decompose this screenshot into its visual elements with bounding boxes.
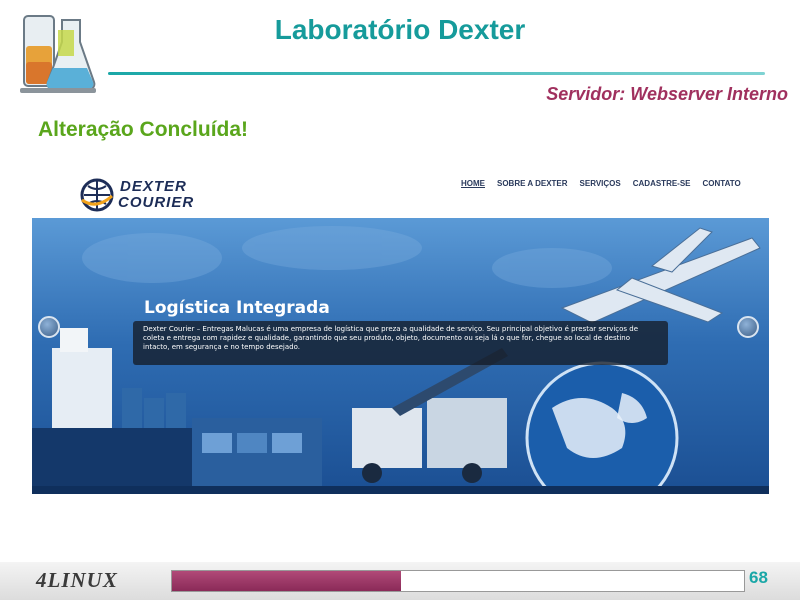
hero-description-box: Dexter Courier – Entregas Malucas é uma … (133, 321, 668, 365)
site-nav: HOME SOBRE A DEXTER SERVIÇOS CADASTRE-SE… (461, 179, 741, 188)
site-header: DEXTER COURIER HOME SOBRE A DEXTER SERVI… (32, 168, 769, 218)
server-label: Servidor: Webserver Interno (546, 84, 788, 104)
hero-banner: Logística Integrada Dexter Courier – Ent… (32, 218, 769, 494)
globe-logo-icon (80, 178, 114, 212)
site-logo-line2: COURIER (118, 194, 195, 211)
page-number: 68 (749, 568, 768, 587)
nav-contato[interactable]: CONTATO (703, 179, 741, 188)
slide-progress-fill (172, 571, 401, 591)
hero-title: Logística Integrada (144, 298, 330, 318)
slider-prev-button[interactable] (38, 316, 60, 338)
nav-servicos[interactable]: SERVIÇOS (580, 179, 621, 188)
site-logo-line1: DEXTER (120, 178, 187, 195)
slider-next-button[interactable] (737, 316, 759, 338)
nav-cadastre[interactable]: CADASTRE-SE (633, 179, 691, 188)
title-underline (108, 72, 765, 75)
footer-brand-logo: 4LINUX (36, 568, 118, 592)
status-heading: Alteração Concluída! (38, 118, 249, 141)
nav-sobre[interactable]: SOBRE A DEXTER (497, 179, 568, 188)
nav-home[interactable]: HOME (461, 179, 485, 188)
slide-title: Laboratório Dexter (274, 14, 526, 45)
website-screenshot: DEXTER COURIER HOME SOBRE A DEXTER SERVI… (32, 168, 769, 494)
hero-description: Dexter Courier – Entregas Malucas é uma … (143, 325, 639, 351)
